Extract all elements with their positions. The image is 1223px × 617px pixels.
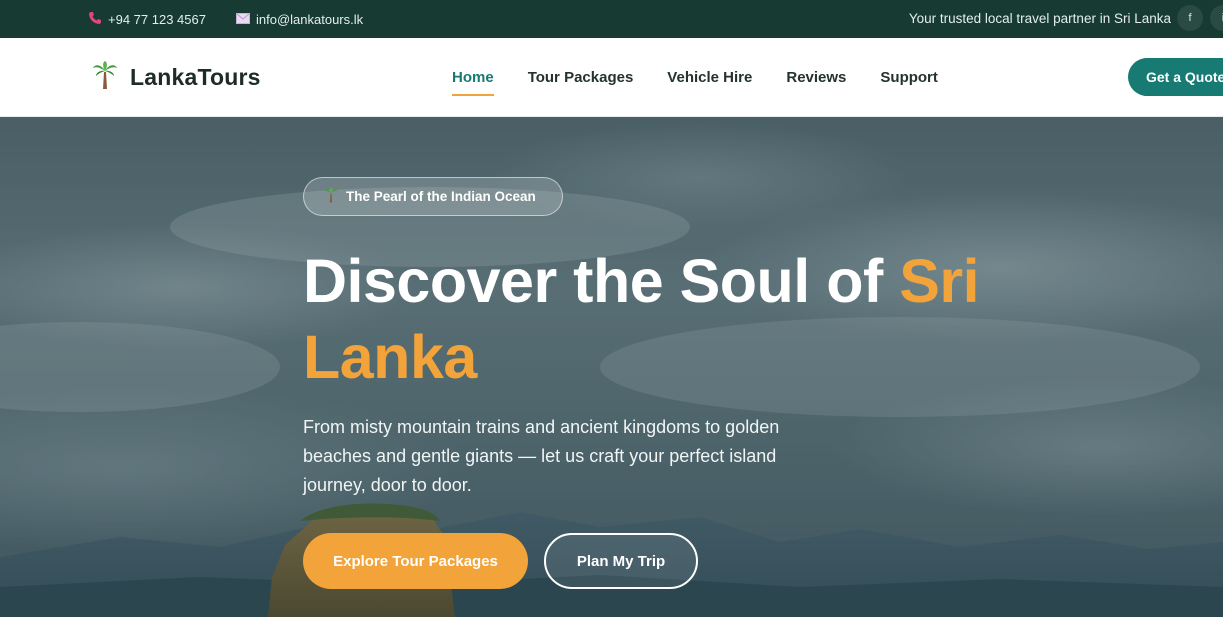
hero-headline-accent-lanka: Lanka	[303, 323, 477, 391]
nav-item-tour-packages[interactable]: Tour Packages	[528, 38, 634, 117]
tagline: Your trusted local travel partner in Sri…	[908, 11, 1171, 26]
hero-badge-text: The Pearl of the Indian Ocean	[346, 189, 536, 204]
hero-badge: The Pearl of the Indian Ocean	[303, 177, 563, 216]
nav-item-support[interactable]: Support	[880, 38, 938, 117]
top-bar: +94 77 123 4567 info@lankatours.lk Your …	[0, 0, 1223, 38]
logo-text: LankaTours	[130, 64, 261, 90]
hero-subtext: From misty mountain trains and ancient k…	[303, 417, 780, 495]
nav-item-reviews[interactable]: Reviews	[786, 38, 846, 117]
phone-contact[interactable]: +94 77 123 4567	[88, 0, 206, 38]
instagram-icon[interactable]: i	[1210, 5, 1223, 31]
mail-icon	[236, 12, 250, 27]
hero-headline-main: Discover the Soul of	[303, 247, 900, 315]
email-address: info@lankatours.lk	[256, 11, 364, 27]
facebook-icon[interactable]: f	[1177, 5, 1203, 31]
main-nav: Home Tour Packages Vehicle Hire Reviews …	[452, 38, 972, 117]
email-contact[interactable]: info@lankatours.lk	[236, 0, 363, 38]
palm-tree-icon	[92, 60, 118, 95]
nav-item-vehicle-hire[interactable]: Vehicle Hire	[667, 38, 752, 117]
palm-tree-icon	[324, 187, 338, 206]
logo[interactable]: LankaTours	[92, 60, 261, 95]
hero-headline-accent-sri: Sri	[899, 247, 980, 315]
hero-headline: Discover the Soul of Sri Lanka	[303, 243, 1103, 395]
phone-number: +94 77 123 4567	[108, 11, 206, 27]
phone-icon	[88, 11, 102, 28]
site-header: LankaTours Home Tour Packages Vehicle Hi…	[0, 38, 1223, 117]
hero-section: The Pearl of the Indian Ocean Discover t…	[0, 117, 1223, 617]
plan-my-trip-button[interactable]: Plan My Trip	[544, 533, 698, 589]
get-quote-button[interactable]: Get a Quote	[1128, 58, 1223, 96]
explore-tour-packages-button[interactable]: Explore Tour Packages	[303, 533, 528, 589]
nav-item-home[interactable]: Home	[452, 38, 494, 117]
